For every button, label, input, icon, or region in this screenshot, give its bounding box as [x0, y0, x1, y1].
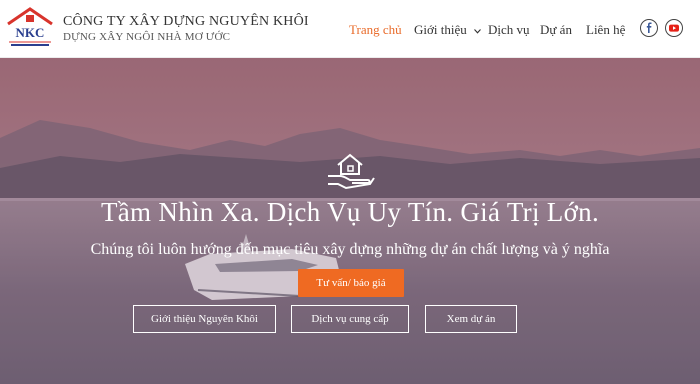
nav-services[interactable]: Dịch vụ [488, 22, 530, 38]
hero-subline: Chúng tôi luôn hướng đến mục tiêu xây dự… [90, 241, 610, 258]
consult-quote-button[interactable]: Tư vấn/ báo giá [298, 269, 404, 297]
nav-about-label: Giới thiệu [414, 22, 467, 37]
hero-banner: Tầm Nhìn Xa. Dịch Vụ Uy Tín. Giá Trị Lớn… [0, 58, 700, 384]
house-hand-icon [328, 153, 375, 190]
nav-about[interactable]: Giới thiệu [414, 22, 481, 38]
company-title: CÔNG TY XÂY DỰNG NGUYÊN KHÔI DỰNG XÂY NG… [63, 14, 309, 43]
company-name: CÔNG TY XÂY DỰNG NGUYÊN KHÔI [63, 14, 309, 29]
svg-text:NKC: NKC [16, 25, 45, 40]
hero-headline: Tầm Nhìn Xa. Dịch Vụ Uy Tín. Giá Trị Lớn… [100, 197, 600, 227]
services-button[interactable]: Dịch vụ cung cấp [291, 305, 409, 333]
nav-home[interactable]: Trang chủ [349, 22, 402, 38]
chevron-down-icon [474, 28, 481, 34]
about-company-button[interactable]: Giới thiệu Nguyên Khôi [133, 305, 276, 333]
company-slogan: DỰNG XÂY NGÔI NHÀ MƠ ƯỚC [63, 31, 231, 43]
company-logo[interactable]: NKC [5, 6, 55, 48]
facebook-icon[interactable] [640, 19, 658, 37]
view-projects-button[interactable]: Xem dự án [425, 305, 517, 333]
nav-contact[interactable]: Liên hệ [586, 22, 625, 38]
nav-projects[interactable]: Dự án [540, 22, 572, 38]
site-header: NKC CÔNG TY XÂY DỰNG NGUYÊN KHÔI DỰNG XÂ… [0, 0, 700, 58]
youtube-icon[interactable] [665, 19, 683, 37]
